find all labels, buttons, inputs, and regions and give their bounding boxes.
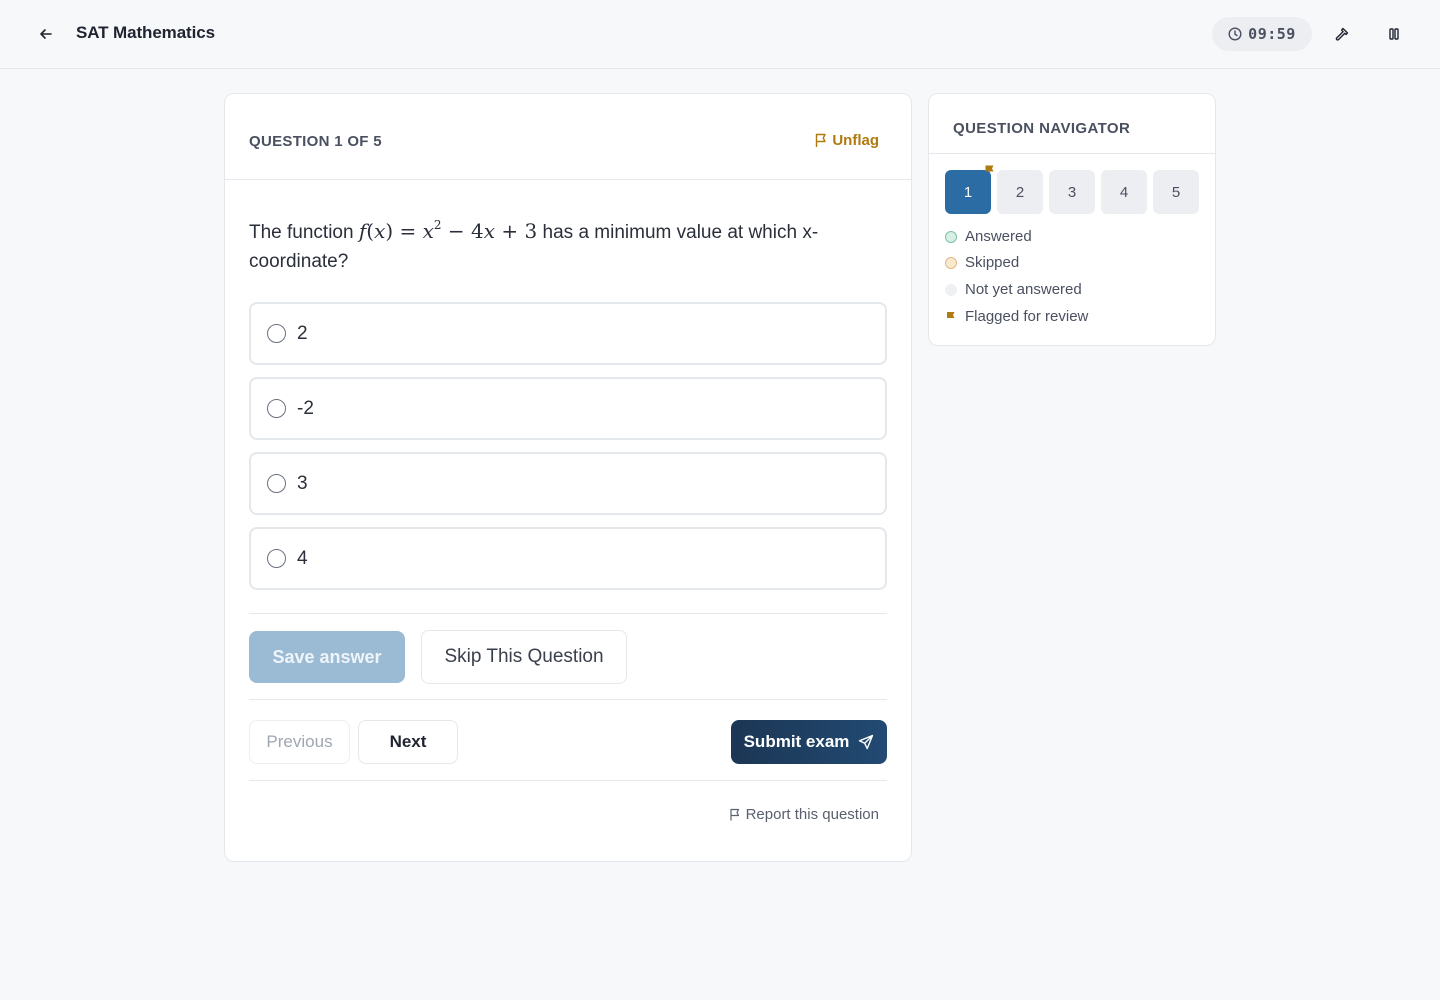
unflag-button[interactable]: Unflag xyxy=(814,132,879,149)
nav-question-button[interactable]: 1 xyxy=(945,170,991,214)
pause-icon xyxy=(1389,28,1399,40)
legend-not-yet-answered: Not yet answered xyxy=(945,281,1082,298)
radio-button[interactable] xyxy=(267,549,286,568)
radio-button[interactable] xyxy=(267,474,286,493)
legend-label: Answered xyxy=(965,228,1032,245)
answer-option[interactable]: 2 xyxy=(249,302,887,365)
divider xyxy=(249,613,887,614)
option-label: -2 xyxy=(297,398,314,419)
question-text: The function f(x) = x2 − 4x + 3 has a mi… xyxy=(249,211,849,276)
skipped-dot-icon xyxy=(945,256,957,269)
legend-skipped: Skipped xyxy=(945,254,1019,271)
legend-label: Not yet answered xyxy=(965,281,1082,298)
navigator-title: QUESTION NAVIGATOR xyxy=(953,120,1131,137)
exam-timer: 09:59 xyxy=(1212,17,1312,51)
nav-question-button[interactable]: 4 xyxy=(1101,170,1147,214)
arrow-left-icon xyxy=(40,29,52,39)
legend-answered: Answered xyxy=(945,228,1032,245)
report-label: Report this question xyxy=(745,806,879,823)
legend-flagged: Flagged for review xyxy=(945,308,1088,325)
submit-exam-button[interactable]: Submit exam xyxy=(731,720,887,764)
submit-label: Submit exam xyxy=(743,732,850,751)
question-text-before: The function xyxy=(249,222,359,243)
nav-question-button[interactable]: 2 xyxy=(997,170,1043,214)
question-card: QUESTION 1 OF 5 Unflag The function f(x)… xyxy=(224,93,912,862)
legend-label: Skipped xyxy=(965,254,1020,271)
flag-icon xyxy=(729,808,739,821)
previous-button[interactable]: Previous xyxy=(249,720,350,764)
save-answer-button[interactable]: Save answer xyxy=(249,631,405,683)
question-header: QUESTION 1 OF 5 Unflag xyxy=(225,94,911,180)
answer-option[interactable]: -2 xyxy=(249,377,887,440)
pause-button[interactable] xyxy=(1382,22,1406,46)
navigator-header: QUESTION NAVIGATOR xyxy=(929,94,1215,154)
divider xyxy=(249,780,887,781)
answered-dot-icon xyxy=(945,230,957,243)
app-title: SAT Mathematics xyxy=(76,23,215,42)
tools-button[interactable] xyxy=(1330,22,1354,46)
question-navigator: QUESTION NAVIGATOR 1 2 3 4 5 Answered Sk… xyxy=(928,93,1216,346)
math-expression: f(x) = x2 − 4x + 3 xyxy=(358,218,538,243)
question-counter: QUESTION 1 OF 5 xyxy=(249,133,382,150)
report-question-link[interactable]: Report this question xyxy=(729,806,879,823)
answer-option[interactable]: 3 xyxy=(249,452,887,515)
back-button[interactable] xyxy=(34,22,58,46)
answer-option[interactable]: 4 xyxy=(249,527,887,590)
legend-label: Flagged for review xyxy=(965,308,1089,325)
option-label: 4 xyxy=(297,548,308,569)
nav-question-button[interactable]: 5 xyxy=(1153,170,1199,214)
send-icon xyxy=(859,734,874,750)
not-answered-dot-icon xyxy=(945,283,957,296)
option-label: 2 xyxy=(297,323,308,344)
flag-icon xyxy=(816,133,827,147)
flag-icon xyxy=(947,311,955,322)
divider xyxy=(249,699,887,700)
unflag-label: Unflag xyxy=(832,132,879,149)
flagged-marker-icon xyxy=(985,165,994,175)
radio-button[interactable] xyxy=(267,399,286,418)
radio-button[interactable] xyxy=(267,324,286,343)
option-label: 3 xyxy=(297,473,308,494)
nav-question-button[interactable]: 3 xyxy=(1049,170,1095,214)
next-button[interactable]: Next xyxy=(358,720,458,764)
clock-icon xyxy=(1228,27,1242,41)
hammer-icon xyxy=(1335,27,1349,41)
top-bar: SAT Mathematics 09:59 xyxy=(0,0,1440,69)
skip-question-button[interactable]: Skip This Question xyxy=(421,630,627,684)
timer-value: 09:59 xyxy=(1248,25,1296,43)
